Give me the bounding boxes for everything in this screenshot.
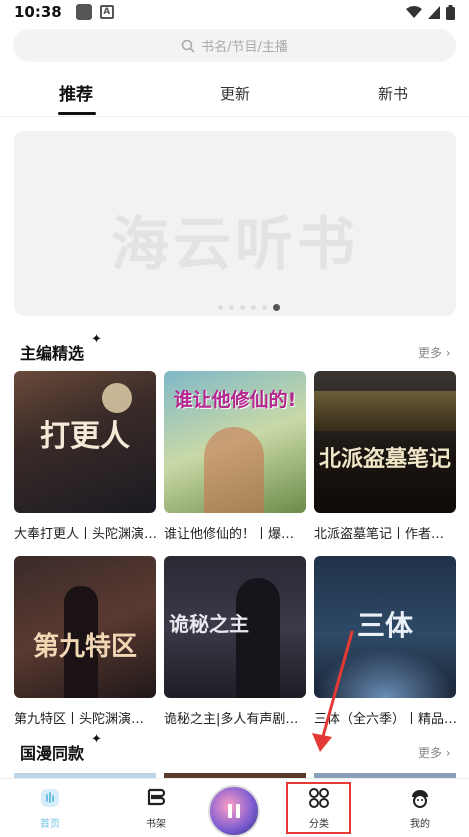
section-title-text: 主编精选: [20, 344, 85, 363]
book-title: 大奉打更人丨头陀渊演…: [14, 527, 156, 542]
book-title: 诡秘之主|多人有声剧…: [164, 712, 299, 727]
banner-carousel[interactable]: 海云听书: [14, 131, 456, 316]
book-cover: 谁让他修仙的!: [164, 371, 306, 513]
book-card[interactable]: 三体 三体（全六季）丨精品…: [314, 556, 456, 727]
tab-new-books[interactable]: 新书: [378, 83, 408, 104]
book-card[interactable]: 打更人 大奉打更人丨头陀渊演…: [14, 371, 156, 542]
carousel-dot-active: [273, 304, 280, 311]
status-time: 10:38: [14, 3, 62, 21]
tab-updates[interactable]: 更新: [220, 83, 250, 104]
cover-title: 北派盗墓笔记: [318, 447, 451, 472]
book-card[interactable]: 谁让他修仙的! 谁让他修仙的！丨爆…: [164, 371, 306, 542]
tab-indicator: [58, 112, 96, 115]
divider: [0, 116, 469, 117]
status-icons: [406, 4, 455, 20]
more-label: 更多: [418, 346, 443, 360]
banner-text: 海云听书: [110, 210, 359, 278]
cover-title: 谁让他修仙的!: [173, 389, 297, 411]
nav-profile[interactable]: 我的: [390, 787, 450, 830]
book-cover: 三体: [314, 556, 456, 698]
carousel-dot: [218, 305, 223, 310]
book-title: 三体（全六季）丨精品…: [314, 712, 456, 727]
play-icon: [228, 804, 240, 818]
book-card[interactable]: 第九特区 第九特区丨头陀渊演…: [14, 556, 156, 727]
carousel-dots: [218, 304, 280, 311]
bookshelf-icon: [147, 788, 166, 806]
more-link[interactable]: 更多 ›: [418, 744, 451, 761]
moon-shape: [102, 383, 132, 413]
more-link[interactable]: 更多 ›: [418, 344, 451, 361]
app-notification-icon: A: [99, 5, 114, 19]
now-playing-button[interactable]: [208, 785, 260, 837]
nav-label: 我的: [410, 819, 430, 830]
section-title-editors-picks: 主编精选: [18, 340, 88, 364]
battery-icon: [446, 4, 455, 20]
carousel-dot: [229, 305, 234, 310]
figure-shape: [236, 578, 280, 698]
search-input[interactable]: 书名/节目/主播: [13, 29, 456, 62]
notification-icon: [75, 4, 92, 20]
tab-bar: 推荐 更新 新书: [0, 80, 469, 118]
book-cover: 诡秘之主: [164, 556, 306, 698]
carousel-dot: [262, 305, 267, 310]
status-bar: 10:38 A: [0, 0, 469, 24]
planet-glow: [314, 648, 456, 698]
chevron-right-icon: ›: [442, 746, 451, 760]
book-title: 第九特区丨头陀渊演…: [14, 712, 145, 727]
character-shape: [204, 427, 264, 513]
nav-label: 首页: [40, 819, 60, 830]
bottom-nav: 首页 书架 分类 我的: [0, 778, 469, 837]
cover-title: 三体: [356, 609, 413, 642]
book-title: 北派盗墓笔记丨作者…: [314, 527, 445, 542]
section-title-text: 国漫同款: [20, 744, 85, 763]
cover-title: 打更人: [40, 419, 130, 454]
home-icon: [41, 789, 59, 807]
book-card[interactable]: 诡秘之主 诡秘之主|多人有声剧…: [164, 556, 306, 727]
nav-home[interactable]: 首页: [20, 787, 80, 830]
search-icon: [181, 39, 195, 53]
signal-icon: [428, 5, 440, 19]
section-title-anime: 国漫同款: [18, 740, 88, 764]
book-card[interactable]: 北派盗墓笔记 北派盗墓笔记丨作者…: [314, 371, 456, 542]
book-cover: 北派盗墓笔记: [314, 371, 456, 513]
wifi-icon: [406, 5, 422, 18]
tab-recommend[interactable]: 推荐: [59, 80, 93, 105]
cover-title: 诡秘之主: [169, 612, 249, 636]
sparkle-icon: ✦: [91, 732, 102, 747]
more-label: 更多: [418, 746, 443, 760]
carousel-dot: [251, 305, 256, 310]
nav-label: 书架: [146, 819, 166, 830]
book-cover: 第九特区: [14, 556, 156, 698]
book-title: 谁让他修仙的！丨爆…: [164, 527, 295, 542]
gold-band: [314, 391, 456, 431]
search-placeholder: 书名/节目/主播: [201, 40, 288, 55]
carousel-dot: [240, 305, 245, 310]
sparkle-icon: ✦: [91, 332, 102, 347]
cover-title: 第九特区: [32, 632, 137, 662]
nav-bookshelf[interactable]: 书架: [126, 787, 186, 830]
chevron-right-icon: ›: [442, 346, 451, 360]
profile-icon: [412, 790, 428, 808]
highlight-box: [286, 782, 351, 834]
book-cover: 打更人: [14, 371, 156, 513]
